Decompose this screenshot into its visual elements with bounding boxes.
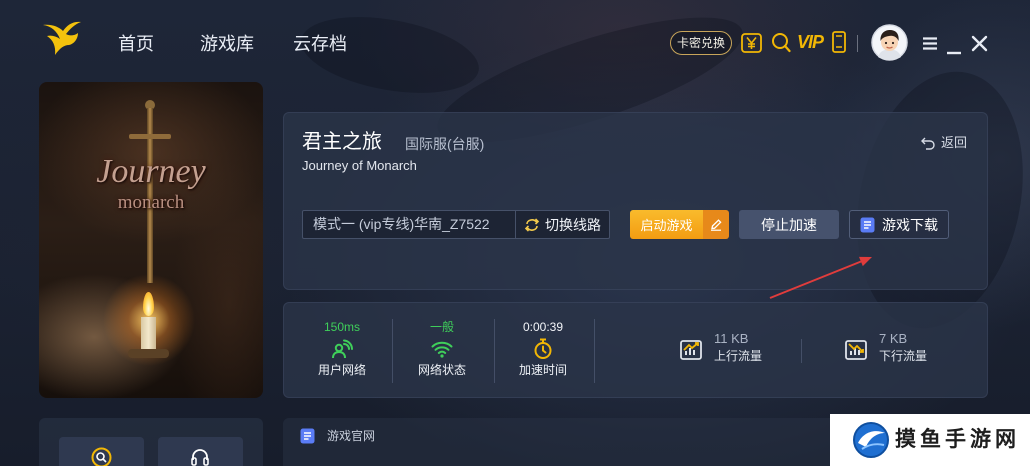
watermark: 摸鱼手游网 <box>830 414 1030 466</box>
back-icon <box>921 137 935 150</box>
document-icon <box>860 217 875 233</box>
game-cover: Journey monarch <box>39 82 263 398</box>
nav-home[interactable]: 首页 <box>118 32 154 56</box>
sword-art <box>129 134 171 139</box>
latency-value: 150ms <box>323 320 361 334</box>
vip-icon[interactable]: VIP <box>797 31 824 53</box>
game-info-card: 君主之旅 国际服(台服) Journey of Monarch 返回 模式一 (… <box>283 112 988 290</box>
game-subtitle: Journey of Monarch <box>302 158 417 173</box>
toolbar-divider <box>857 35 858 52</box>
pencil-icon <box>710 218 722 231</box>
stats-card: 150ms 用户网络 一般 网络状态 0:00:39 加速时间 11 KB 上行… <box>283 302 988 398</box>
flow-divider <box>801 339 802 363</box>
side-support-button[interactable] <box>158 437 243 466</box>
back-button[interactable]: 返回 <box>921 135 967 151</box>
stat-network-status: 一般 网络状态 <box>392 320 492 377</box>
switch-route-label: 切换线路 <box>545 216 601 233</box>
swap-icon <box>524 217 540 233</box>
start-game-button[interactable]: 启动游戏 <box>630 210 703 239</box>
candle-holder <box>128 349 169 358</box>
app-logo <box>42 17 82 59</box>
search-circle-icon <box>91 447 112 466</box>
download-chart-icon <box>845 340 867 360</box>
stopwatch-icon <box>493 338 593 360</box>
game-download-button[interactable]: 游戏下载 <box>849 210 949 239</box>
document-icon <box>300 428 315 444</box>
boost-time-value: 0:00:39 <box>522 320 564 334</box>
route-field[interactable]: 模式一 (vip专线)华南_Z7522 <box>303 211 516 238</box>
side-search-button[interactable] <box>59 437 144 466</box>
candle <box>141 317 156 351</box>
network-status-value: 一般 <box>429 320 454 334</box>
search-icon[interactable] <box>771 32 791 53</box>
menu-icon[interactable] <box>922 37 938 50</box>
nav-game-library[interactable]: 游戏库 <box>200 32 254 56</box>
game-title: 君主之旅 <box>302 131 382 153</box>
cover-art-title: Journey <box>96 153 206 190</box>
watermark-text: 摸鱼手游网 <box>895 428 1020 451</box>
route-selector[interactable]: 模式一 (vip专线)华南_Z7522 切换线路 <box>302 210 610 239</box>
stop-boost-button[interactable]: 停止加速 <box>739 210 839 239</box>
boost-time-label: 加速时间 <box>518 363 567 377</box>
edit-launch-button[interactable] <box>703 210 729 239</box>
latency-label: 用户网络 <box>317 363 366 377</box>
game-download-label: 游戏下载 <box>882 216 938 233</box>
server-region: 国际服(台服) <box>405 136 485 152</box>
yuan-icon[interactable] <box>741 33 762 53</box>
close-icon[interactable] <box>971 35 988 52</box>
upload-chart-icon <box>680 340 702 360</box>
redeem-code-button[interactable]: 卡密兑换 <box>670 31 732 55</box>
network-status-label: 网络状态 <box>417 363 466 377</box>
stat-user-network: 150ms 用户网络 <box>292 320 392 377</box>
stat-divider <box>594 319 595 383</box>
cover-art-subtitle: monarch <box>117 192 185 213</box>
headset-icon <box>190 447 210 466</box>
wifi-icon <box>392 338 492 360</box>
globe-logo-icon <box>852 421 890 459</box>
upload-label: 上行流量 <box>714 349 763 363</box>
side-tools-panel <box>39 418 263 466</box>
user-network-icon <box>292 338 392 360</box>
mobile-icon[interactable] <box>832 31 846 53</box>
avatar[interactable] <box>871 24 908 61</box>
candle-flame <box>143 292 154 316</box>
upload-value: 11 KB <box>714 331 749 346</box>
official-site-link[interactable]: 游戏官网 <box>327 428 375 444</box>
stat-boost-time: 0:00:39 加速时间 <box>493 320 593 377</box>
nav-cloud-save[interactable]: 云存档 <box>293 32 347 56</box>
download-value: 7 KB <box>879 331 908 346</box>
download-label: 下行流量 <box>879 349 928 363</box>
switch-route-button[interactable]: 切换线路 <box>516 211 609 238</box>
minimize-icon[interactable] <box>946 42 962 55</box>
back-label: 返回 <box>941 135 968 150</box>
